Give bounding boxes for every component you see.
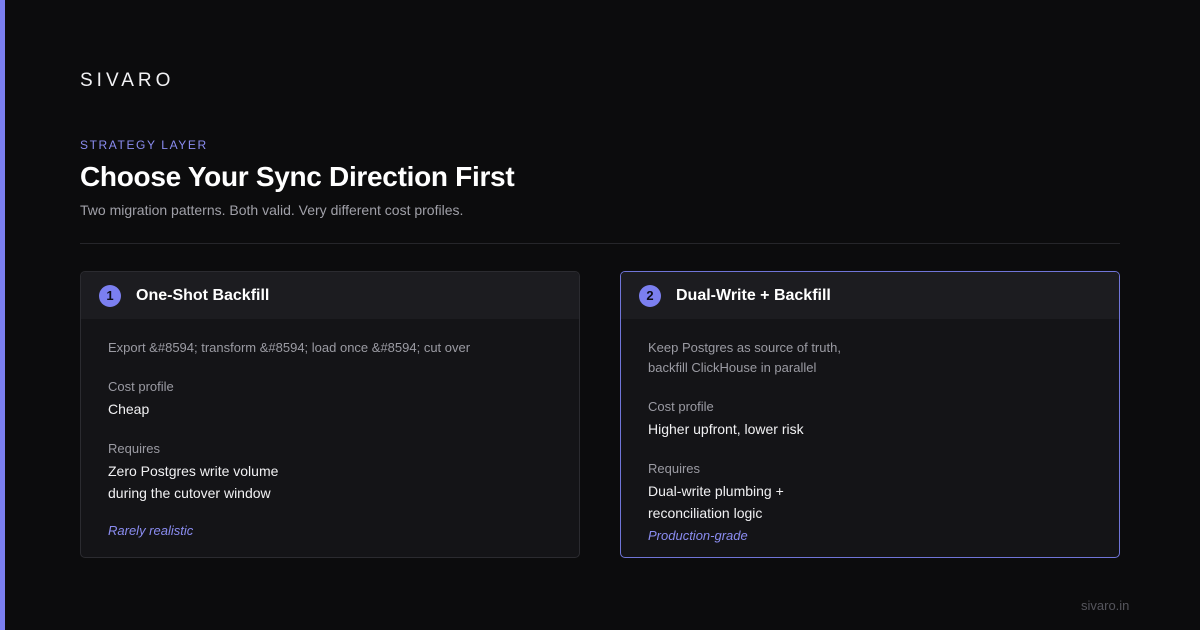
cost-profile-value: Higher upfront, lower risk [648, 421, 804, 437]
header-divider [80, 243, 1120, 244]
card-title: One-Shot Backfill [136, 286, 270, 304]
verdict-tag: Rarely realistic [108, 523, 194, 538]
requires-value: Dual-write plumbing + reconciliation log… [648, 483, 784, 521]
verdict-tag: Production-grade [648, 528, 748, 543]
card-header: 2 Dual-Write + Backfill [621, 272, 1119, 319]
page-title: Choose Your Sync Direction First [80, 161, 515, 192]
strategy-card-dual-write-backfill: 2 Dual-Write + Backfill Keep Postgres as… [620, 271, 1120, 558]
accent-bar [0, 0, 5, 630]
brand-logo: SIVARO [80, 70, 175, 91]
cost-profile-label: Cost profile [108, 379, 174, 394]
footer-url: sivaro.in [1081, 598, 1130, 613]
page-subtitle: Two migration patterns. Both valid. Very… [80, 202, 464, 218]
requires-label: Requires [648, 461, 701, 476]
strategy-card-one-shot-backfill: 1 One-Shot Backfill Export &#8594; trans… [80, 271, 580, 558]
number-badge: 1 [99, 284, 121, 307]
card-header: 1 One-Shot Backfill [81, 272, 579, 319]
card-description: Export &#8594; transform &#8594; load on… [108, 340, 471, 355]
requires-label: Requires [108, 441, 161, 456]
cost-profile-label: Cost profile [648, 399, 714, 414]
card-description: Keep Postgres as source of truth, backfi… [648, 340, 841, 375]
card-body: Keep Postgres as source of truth, backfi… [621, 338, 1119, 546]
number-badge: 2 [639, 284, 661, 307]
requires-value: Zero Postgres write volume during the cu… [108, 463, 279, 501]
card-body: Export &#8594; transform &#8594; load on… [81, 338, 579, 541]
card-title: Dual-Write + Backfill [676, 286, 831, 304]
cost-profile-value: Cheap [108, 401, 150, 417]
section-eyebrow: STRATEGY LAYER [80, 138, 208, 152]
